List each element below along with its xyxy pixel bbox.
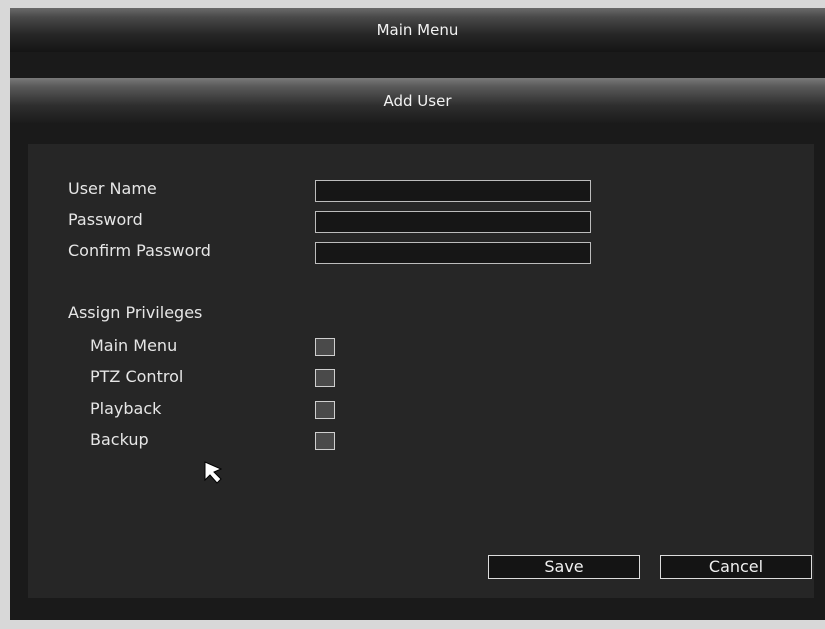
dvr-screen: Main Menu Add User User Name Password Co… [10,8,825,620]
main-menu-titlebar: Main Menu [10,8,825,52]
privilege-label-ptz-control: PTZ Control [90,367,184,386]
password-field[interactable] [315,211,591,233]
privilege-checkbox-ptz-control[interactable] [315,369,335,387]
privilege-label-backup: Backup [90,430,149,449]
dialog-title: Add User [383,92,452,110]
privilege-label-playback: Playback [90,399,162,418]
save-button[interactable]: Save [488,555,640,579]
mouse-cursor-icon [204,461,223,484]
add-user-dialog: User Name Password Confirm Password Assi… [28,144,814,598]
confirm-password-label: Confirm Password [68,241,211,260]
privilege-label-main-menu: Main Menu [90,336,178,355]
password-label: Password [68,210,143,229]
add-user-titlebar: Add User [10,78,825,124]
main-menu-title: Main Menu [376,21,459,39]
assign-privileges-heading: Assign Privileges [68,303,203,322]
privilege-checkbox-backup[interactable] [315,432,335,450]
user-name-field[interactable] [315,180,591,202]
cancel-button[interactable]: Cancel [660,555,812,579]
user-name-label: User Name [68,179,157,198]
confirm-password-field[interactable] [315,242,591,264]
privilege-checkbox-main-menu[interactable] [315,338,335,356]
privilege-checkbox-playback[interactable] [315,401,335,419]
